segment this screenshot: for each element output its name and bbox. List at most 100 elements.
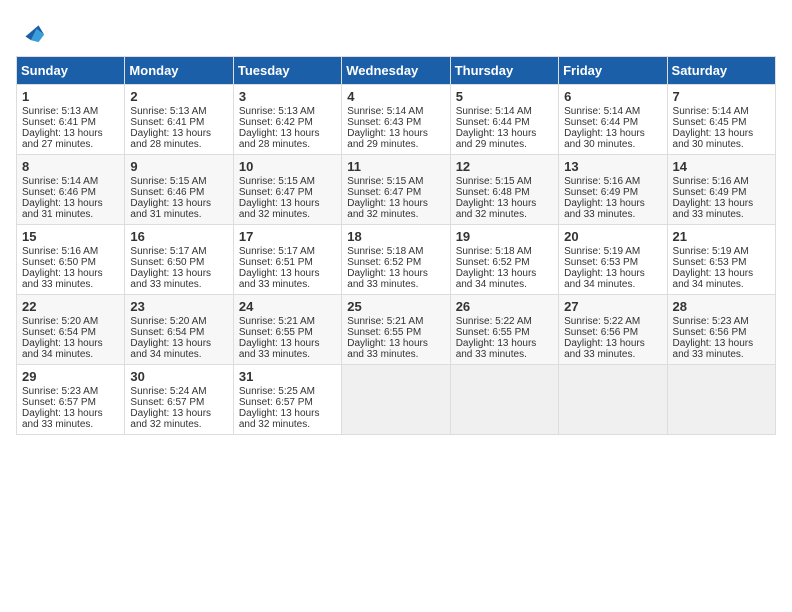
daylight-minutes: and 30 minutes.: [564, 139, 635, 150]
daylight-text: Daylight: 13 hours: [239, 338, 320, 349]
calendar-week-1: 1 Sunrise: 5:13 AM Sunset: 6:41 PM Dayli…: [17, 85, 776, 155]
sunset-text: Sunset: 6:57 PM: [22, 397, 96, 408]
sunrise-text: Sunrise: 5:24 AM: [130, 386, 206, 397]
daylight-text: Daylight: 13 hours: [239, 128, 320, 139]
daylight-text: Daylight: 13 hours: [347, 128, 428, 139]
daylight-text: Daylight: 13 hours: [22, 268, 103, 279]
sunset-text: Sunset: 6:54 PM: [22, 327, 96, 338]
sunset-text: Sunset: 6:57 PM: [239, 397, 313, 408]
daylight-text: Daylight: 13 hours: [564, 268, 645, 279]
sunrise-text: Sunrise: 5:25 AM: [239, 386, 315, 397]
sunrise-text: Sunrise: 5:22 AM: [456, 316, 532, 327]
sunrise-text: Sunrise: 5:23 AM: [22, 386, 98, 397]
calendar-cell-21: 21 Sunrise: 5:19 AM Sunset: 6:53 PM Dayl…: [667, 225, 775, 295]
calendar-table: SundayMondayTuesdayWednesdayThursdayFrid…: [16, 56, 776, 435]
daylight-minutes: and 32 minutes.: [239, 419, 310, 430]
daylight-minutes: and 32 minutes.: [239, 209, 310, 220]
sunset-text: Sunset: 6:50 PM: [22, 257, 96, 268]
sunrise-text: Sunrise: 5:13 AM: [130, 106, 206, 117]
sunrise-text: Sunrise: 5:16 AM: [22, 246, 98, 257]
calendar-cell-28: 28 Sunrise: 5:23 AM Sunset: 6:56 PM Dayl…: [667, 295, 775, 365]
daylight-text: Daylight: 13 hours: [130, 128, 211, 139]
sunset-text: Sunset: 6:41 PM: [22, 117, 96, 128]
calendar-week-2: 8 Sunrise: 5:14 AM Sunset: 6:46 PM Dayli…: [17, 155, 776, 225]
daylight-minutes: and 34 minutes.: [673, 279, 744, 290]
sunrise-text: Sunrise: 5:21 AM: [347, 316, 423, 327]
column-header-wednesday: Wednesday: [342, 57, 450, 85]
sunset-text: Sunset: 6:44 PM: [564, 117, 638, 128]
daylight-minutes: and 27 minutes.: [22, 139, 93, 150]
daylight-minutes: and 31 minutes.: [22, 209, 93, 220]
calendar-cell-5: 5 Sunrise: 5:14 AM Sunset: 6:44 PM Dayli…: [450, 85, 558, 155]
sunset-text: Sunset: 6:48 PM: [456, 187, 530, 198]
day-number: 8: [22, 159, 119, 174]
sunset-text: Sunset: 6:50 PM: [130, 257, 204, 268]
daylight-text: Daylight: 13 hours: [456, 338, 537, 349]
calendar-cell-16: 16 Sunrise: 5:17 AM Sunset: 6:50 PM Dayl…: [125, 225, 233, 295]
day-number: 5: [456, 89, 553, 104]
column-header-thursday: Thursday: [450, 57, 558, 85]
daylight-text: Daylight: 13 hours: [130, 198, 211, 209]
daylight-text: Daylight: 13 hours: [564, 198, 645, 209]
daylight-text: Daylight: 13 hours: [673, 128, 754, 139]
day-number: 29: [22, 369, 119, 384]
daylight-minutes: and 32 minutes.: [130, 419, 201, 430]
sunset-text: Sunset: 6:51 PM: [239, 257, 313, 268]
sunrise-text: Sunrise: 5:21 AM: [239, 316, 315, 327]
sunrise-text: Sunrise: 5:18 AM: [347, 246, 423, 257]
sunset-text: Sunset: 6:52 PM: [347, 257, 421, 268]
sunrise-text: Sunrise: 5:14 AM: [673, 106, 749, 117]
sunrise-text: Sunrise: 5:16 AM: [564, 176, 640, 187]
column-header-tuesday: Tuesday: [233, 57, 341, 85]
daylight-minutes: and 33 minutes.: [239, 349, 310, 360]
sunrise-text: Sunrise: 5:18 AM: [456, 246, 532, 257]
day-number: 17: [239, 229, 336, 244]
calendar-cell-4: 4 Sunrise: 5:14 AM Sunset: 6:43 PM Dayli…: [342, 85, 450, 155]
day-number: 14: [673, 159, 770, 174]
sunset-text: Sunset: 6:47 PM: [239, 187, 313, 198]
day-number: 24: [239, 299, 336, 314]
sunrise-text: Sunrise: 5:16 AM: [673, 176, 749, 187]
daylight-minutes: and 34 minutes.: [564, 279, 635, 290]
page-header: [16, 16, 776, 44]
day-number: 28: [673, 299, 770, 314]
sunset-text: Sunset: 6:47 PM: [347, 187, 421, 198]
sunset-text: Sunset: 6:55 PM: [239, 327, 313, 338]
daylight-text: Daylight: 13 hours: [130, 268, 211, 279]
sunset-text: Sunset: 6:54 PM: [130, 327, 204, 338]
daylight-minutes: and 33 minutes.: [347, 279, 418, 290]
daylight-minutes: and 29 minutes.: [456, 139, 527, 150]
calendar-cell-17: 17 Sunrise: 5:17 AM Sunset: 6:51 PM Dayl…: [233, 225, 341, 295]
sunset-text: Sunset: 6:44 PM: [456, 117, 530, 128]
daylight-minutes: and 28 minutes.: [239, 139, 310, 150]
daylight-text: Daylight: 13 hours: [22, 198, 103, 209]
calendar-cell-6: 6 Sunrise: 5:14 AM Sunset: 6:44 PM Dayli…: [559, 85, 667, 155]
sunrise-text: Sunrise: 5:15 AM: [239, 176, 315, 187]
calendar-cell-empty: [450, 365, 558, 435]
calendar-cell-15: 15 Sunrise: 5:16 AM Sunset: 6:50 PM Dayl…: [17, 225, 125, 295]
sunrise-text: Sunrise: 5:15 AM: [456, 176, 532, 187]
sunrise-text: Sunrise: 5:19 AM: [564, 246, 640, 257]
calendar-cell-empty: [342, 365, 450, 435]
daylight-minutes: and 29 minutes.: [347, 139, 418, 150]
daylight-text: Daylight: 13 hours: [347, 198, 428, 209]
day-number: 16: [130, 229, 227, 244]
day-number: 10: [239, 159, 336, 174]
daylight-text: Daylight: 13 hours: [673, 268, 754, 279]
day-number: 3: [239, 89, 336, 104]
daylight-minutes: and 33 minutes.: [673, 349, 744, 360]
calendar-cell-12: 12 Sunrise: 5:15 AM Sunset: 6:48 PM Dayl…: [450, 155, 558, 225]
calendar-cell-23: 23 Sunrise: 5:20 AM Sunset: 6:54 PM Dayl…: [125, 295, 233, 365]
sunset-text: Sunset: 6:46 PM: [130, 187, 204, 198]
calendar-cell-10: 10 Sunrise: 5:15 AM Sunset: 6:47 PM Dayl…: [233, 155, 341, 225]
calendar-cell-20: 20 Sunrise: 5:19 AM Sunset: 6:53 PM Dayl…: [559, 225, 667, 295]
calendar-cell-1: 1 Sunrise: 5:13 AM Sunset: 6:41 PM Dayli…: [17, 85, 125, 155]
day-number: 15: [22, 229, 119, 244]
day-number: 19: [456, 229, 553, 244]
sunset-text: Sunset: 6:55 PM: [456, 327, 530, 338]
daylight-text: Daylight: 13 hours: [673, 338, 754, 349]
daylight-text: Daylight: 13 hours: [456, 268, 537, 279]
sunrise-text: Sunrise: 5:23 AM: [673, 316, 749, 327]
daylight-minutes: and 33 minutes.: [130, 279, 201, 290]
day-number: 4: [347, 89, 444, 104]
